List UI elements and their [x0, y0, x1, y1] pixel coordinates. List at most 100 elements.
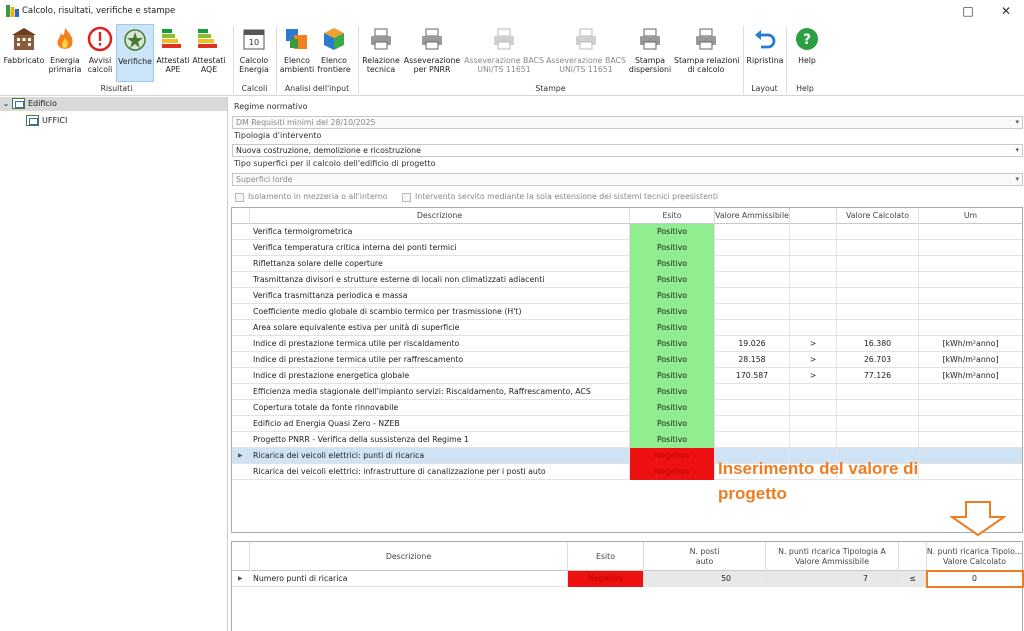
header-valore-calcolato: Valore Calcolato	[837, 208, 919, 224]
superfici-label: Tipo superfici per il calcolo dell'edifi…	[234, 159, 436, 168]
descrizione-cell: Ricarica dei veicoli elettrici: punti di…	[250, 448, 630, 464]
um-cell	[919, 432, 1022, 448]
group-label-stampe: Stampe	[535, 84, 566, 93]
table-row[interactable]: ▶ Numero punti di ricarica Negativo 50 7…	[232, 571, 1022, 587]
calcolo-energia-button[interactable]: 10 Calcolo Energia	[237, 24, 271, 82]
descrizione-cell: Verifica termoigrometrica	[250, 224, 630, 240]
header-punti-calcolato: N. punti ricarica Tipolo... Valore Calco…	[926, 546, 1023, 566]
chevron-down-icon[interactable]: ⌄	[0, 97, 12, 111]
group-label-calcoli: Calcoli	[241, 84, 268, 93]
asseverazione-bacs-button-1[interactable]: Asseverazione BACS UNI/TS 11651	[464, 24, 544, 82]
table-row[interactable]: Riflettanza solare delle coperture Positi…	[232, 256, 1022, 272]
group-label-risultati: Risultati	[100, 84, 133, 93]
attestati-aqe-button[interactable]: Attestati AQE	[192, 24, 226, 82]
printer-icon	[422, 28, 442, 50]
descrizione-cell: Copertura totale da fonte rinnovabile	[250, 400, 630, 416]
avvisi-calcoli-button[interactable]: Avvisi calcoli	[85, 24, 115, 82]
posti-auto-cell: 50	[644, 571, 766, 587]
energia-primaria-button[interactable]: Energia primaria	[46, 24, 84, 82]
table-row[interactable]: Coefficiente medio globale di scambio te…	[232, 304, 1022, 320]
table-row[interactable]: Verifica termoigrometrica Positivo	[232, 224, 1022, 240]
superfici-select[interactable]: Superfici lorde ▾	[232, 173, 1023, 186]
valore-ammissibile-cell	[715, 256, 790, 272]
um-cell	[919, 288, 1022, 304]
valore-calcolato-cell: 77.126	[837, 368, 919, 384]
isolamento-checkbox[interactable]: Isolamento in mezzeria o all'interno	[235, 192, 388, 202]
building-icon	[12, 28, 36, 50]
stampa-relazioni-button[interactable]: Stampa relazioni di calcolo	[674, 24, 740, 82]
valore-calcolato-cell	[837, 304, 919, 320]
charging-points-table: Descrizione Esito N. posti auto N. punti…	[231, 541, 1024, 631]
esito-cell: Negativo	[630, 448, 715, 464]
asseverazione-pnrr-button[interactable]: Asseverazione per PNRR	[403, 24, 461, 82]
energy-label-icon	[162, 29, 181, 48]
table-row[interactable]: Efficienza media stagionale dell'impiant…	[232, 384, 1022, 400]
esito-cell: Positivo	[630, 304, 715, 320]
tree-node-edificio[interactable]: ⌄ Edificio	[0, 97, 227, 111]
annotation-text: Inserimento del valore di progetto	[718, 459, 919, 503]
header-operator	[790, 208, 837, 224]
header-descrizione: Descrizione	[250, 542, 568, 571]
operator-cell	[790, 384, 837, 400]
checkbox-box	[402, 192, 411, 202]
table-row[interactable]: Indice di prestazione energetica globale…	[232, 368, 1022, 384]
operator-cell	[790, 416, 837, 432]
esito-cell: Positivo	[630, 288, 715, 304]
intervento-checkbox[interactable]: Intervento servito mediante la sola este…	[402, 192, 718, 202]
printer-icon	[576, 28, 596, 50]
table-row[interactable]: Copertura totale da fonte rinnovabile Pos…	[232, 400, 1022, 416]
relazione-tecnica-button[interactable]: Relazione tecnica	[362, 24, 400, 82]
close-button[interactable]: ✕	[988, 0, 1024, 22]
table-row[interactable]: Indice di prestazione termica utile per …	[232, 352, 1022, 368]
warning-icon	[87, 26, 113, 52]
table-header: Descrizione Esito N. posti auto N. punti…	[232, 542, 1022, 571]
descrizione-cell: Indice di prestazione termica utile per …	[250, 336, 630, 352]
esito-cell: Positivo	[630, 416, 715, 432]
descrizione-cell: Efficienza media stagionale dell'impiant…	[250, 384, 630, 400]
header-operator	[899, 542, 927, 571]
um-cell	[919, 400, 1022, 416]
help-button[interactable]: ? Help	[790, 24, 824, 82]
stampa-dispersioni-button[interactable]: Stampa dispersioni	[628, 24, 672, 82]
header-posti-auto: N. posti auto	[644, 542, 766, 571]
header-punti-ammissibile: N. punti ricarica Tipologia A Valore Amm…	[766, 542, 899, 571]
elenco-ambienti-button[interactable]: Elenco ambienti	[279, 24, 315, 82]
header-valore-ammissibile: Valore Ammissibile	[715, 208, 790, 224]
valore-calcolato-cell	[837, 384, 919, 400]
row-indicator-icon: ▶	[238, 575, 243, 582]
table-row[interactable]: Progetto PNRR - Verifica della sussisten…	[232, 432, 1022, 448]
esito-cell: Positivo	[630, 336, 715, 352]
printer-icon	[371, 28, 391, 50]
valore-calcolato-cell	[837, 288, 919, 304]
valore-calcolato-cell	[837, 320, 919, 336]
table-row[interactable]: Verifica trasmittanza periodica e massa P…	[232, 288, 1022, 304]
elenco-frontiere-button[interactable]: Elenco frontiere	[316, 24, 352, 82]
valore-calcolato-cell	[837, 272, 919, 288]
table-row[interactable]: Indice di prestazione termica utile per …	[232, 336, 1022, 352]
um-cell	[919, 320, 1022, 336]
fabbricato-button[interactable]: Fabbricato	[3, 24, 45, 82]
tipologia-label: Tipologia d'intervento	[234, 131, 322, 140]
esito-cell: Positivo	[630, 352, 715, 368]
attestati-ape-button[interactable]: Attestati APE	[156, 24, 190, 82]
table-row[interactable]: Area solare equivalente estiva per unità…	[232, 320, 1022, 336]
esito-cell: Positivo	[630, 240, 715, 256]
svg-text:?: ?	[803, 32, 811, 48]
valore-ammissibile-cell	[715, 240, 790, 256]
app-icon	[6, 5, 19, 17]
regime-select[interactable]: DM Requisiti minimi del 28/10/2025 ▾	[232, 116, 1023, 129]
building-node-icon	[12, 98, 25, 109]
table-row[interactable]: Trasmittanza divisori e strutture estern…	[232, 272, 1022, 288]
tree-node-uffici[interactable]: UFFICI	[26, 114, 67, 128]
punti-ammissibile-cell: 7	[766, 571, 899, 587]
ripristina-button[interactable]: Ripristina	[746, 24, 784, 82]
esito-cell: Positivo	[630, 256, 715, 272]
asseverazione-bacs-button-2[interactable]: Asseverazione BACS UNI/TS 11651	[546, 24, 626, 82]
verifiche-button[interactable]: Verifiche	[116, 24, 154, 82]
maximize-button[interactable]: □	[950, 0, 986, 22]
table-row[interactable]: Verifica temperatura critica interna dei…	[232, 240, 1022, 256]
undo-icon	[755, 30, 776, 49]
cube-icon	[324, 28, 344, 50]
table-row[interactable]: Edificio ad Energia Quasi Zero - NZEB Pos…	[232, 416, 1022, 432]
tipologia-select[interactable]: Nuova costruzione, demolizione e ricostr…	[232, 144, 1023, 157]
